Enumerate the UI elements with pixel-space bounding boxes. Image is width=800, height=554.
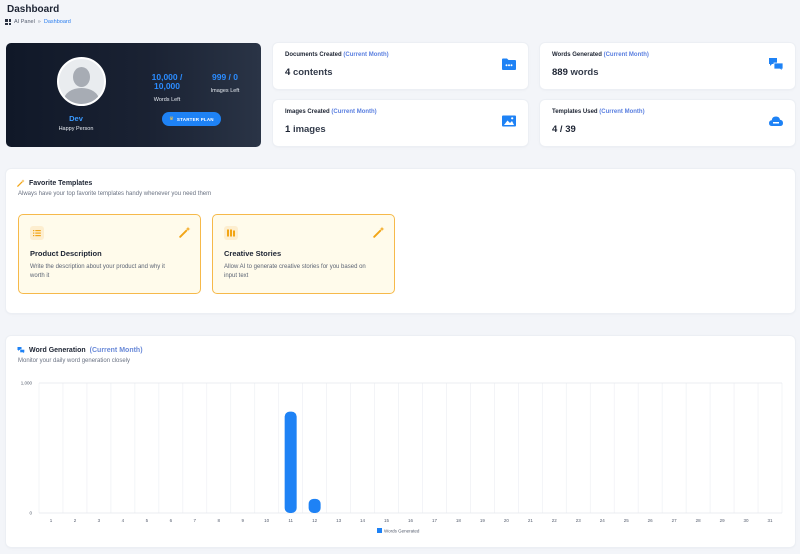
x-tick-label: 31: [768, 518, 774, 523]
x-tick-label: 23: [576, 518, 582, 523]
x-tick-label: 4: [122, 518, 125, 523]
x-tick-label: 8: [218, 518, 221, 523]
x-tick-label: 5: [146, 518, 149, 523]
x-tick-label: 29: [720, 518, 726, 523]
x-tick-label: 6: [170, 518, 173, 523]
legend-label: Words Generated: [384, 529, 420, 534]
x-tick-label: 22: [552, 518, 558, 523]
x-tick-label: 9: [241, 518, 244, 523]
x-tick-label: 17: [432, 518, 438, 523]
legend-swatch: [377, 528, 382, 533]
x-tick-label: 7: [194, 518, 197, 523]
bar[interactable]: [308, 498, 321, 513]
x-tick-label: 13: [336, 518, 342, 523]
x-tick-label: 27: [672, 518, 678, 523]
x-tick-label: 28: [696, 518, 702, 523]
y-tick-label: 0: [29, 511, 32, 516]
x-tick-label: 26: [648, 518, 654, 523]
y-tick-label: 1,000: [21, 381, 33, 386]
x-tick-label: 20: [504, 518, 510, 523]
x-tick-label: 19: [480, 518, 486, 523]
bar[interactable]: [284, 411, 297, 513]
x-tick-label: 11: [288, 518, 293, 523]
x-tick-label: 12: [312, 518, 318, 523]
x-tick-label: 24: [600, 518, 606, 523]
x-tick-label: 15: [384, 518, 390, 523]
x-tick-label: 14: [360, 518, 366, 523]
x-tick-label: 10: [264, 518, 270, 523]
x-tick-label: 1: [50, 518, 53, 523]
x-tick-label: 25: [624, 518, 630, 523]
x-tick-label: 16: [408, 518, 414, 523]
x-tick-label: 18: [456, 518, 462, 523]
x-tick-label: 21: [528, 518, 534, 523]
x-tick-label: 30: [744, 518, 750, 523]
word-generation-chart: 1,00001 2 3 4 5 6 7 8 9 10 11 12 13 14 15 16 17 18 19 20 21 2…: [21, 381, 783, 534]
x-tick-label: 2: [74, 518, 77, 523]
x-tick-label: 3: [98, 518, 101, 523]
